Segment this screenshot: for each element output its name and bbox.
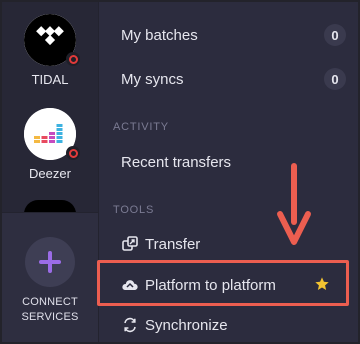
deezer-logo-icon: [24, 108, 80, 160]
tools-section-title: TOOLS: [113, 204, 155, 216]
menu-item-synchronize[interactable]: Synchronize: [99, 312, 358, 338]
platform-to-platform-label: Platform to platform: [145, 276, 276, 294]
disconnected-status-icon: [66, 52, 80, 66]
service-tidal[interactable]: TIDAL: [2, 14, 98, 87]
disconnected-status-icon: [66, 146, 80, 160]
connect-services-button[interactable]: [25, 237, 75, 287]
menu-item-my-batches[interactable]: My batches 0: [99, 22, 358, 48]
navigation-menu: My batches 0 My syncs 0 ACTIVITY Recent …: [99, 2, 358, 342]
syncs-count-badge: 0: [324, 68, 346, 90]
cloud-transfer-icon: [121, 276, 139, 294]
service-deezer[interactable]: Deezer: [2, 108, 98, 181]
batches-count-badge: 0: [324, 24, 346, 46]
transfer-icon: [121, 235, 139, 253]
connect-services-label[interactable]: CONNECT SERVICES: [2, 295, 98, 325]
my-batches-label: My batches: [121, 26, 198, 44]
my-syncs-label: My syncs: [121, 70, 184, 88]
app-window: TIDAL Deezer CONNECT SERVICES My batches…: [0, 0, 360, 344]
menu-item-platform-to-platform[interactable]: Platform to platform: [99, 272, 358, 298]
tidal-logo-icon: [24, 14, 80, 66]
service-rail: TIDAL Deezer CONNECT SERVICES: [2, 2, 99, 342]
sync-icon: [121, 316, 139, 334]
recent-transfers-label: Recent transfers: [121, 153, 232, 171]
star-icon: [314, 276, 330, 297]
connect-label-line2: SERVICES: [21, 311, 79, 323]
connect-label-line1: CONNECT: [22, 296, 78, 308]
menu-item-recent-transfers[interactable]: Recent transfers: [99, 149, 358, 175]
connect-services-panel: CONNECT SERVICES: [2, 212, 98, 342]
service-label: Deezer: [29, 166, 71, 181]
service-label: TIDAL: [31, 72, 69, 87]
menu-item-my-syncs[interactable]: My syncs 0: [99, 66, 358, 92]
transfer-label: Transfer: [145, 235, 201, 253]
activity-section-title: ACTIVITY: [113, 121, 169, 133]
synchronize-label: Synchronize: [145, 316, 228, 334]
plus-icon: [39, 251, 61, 273]
menu-item-transfer[interactable]: Transfer: [99, 231, 358, 257]
